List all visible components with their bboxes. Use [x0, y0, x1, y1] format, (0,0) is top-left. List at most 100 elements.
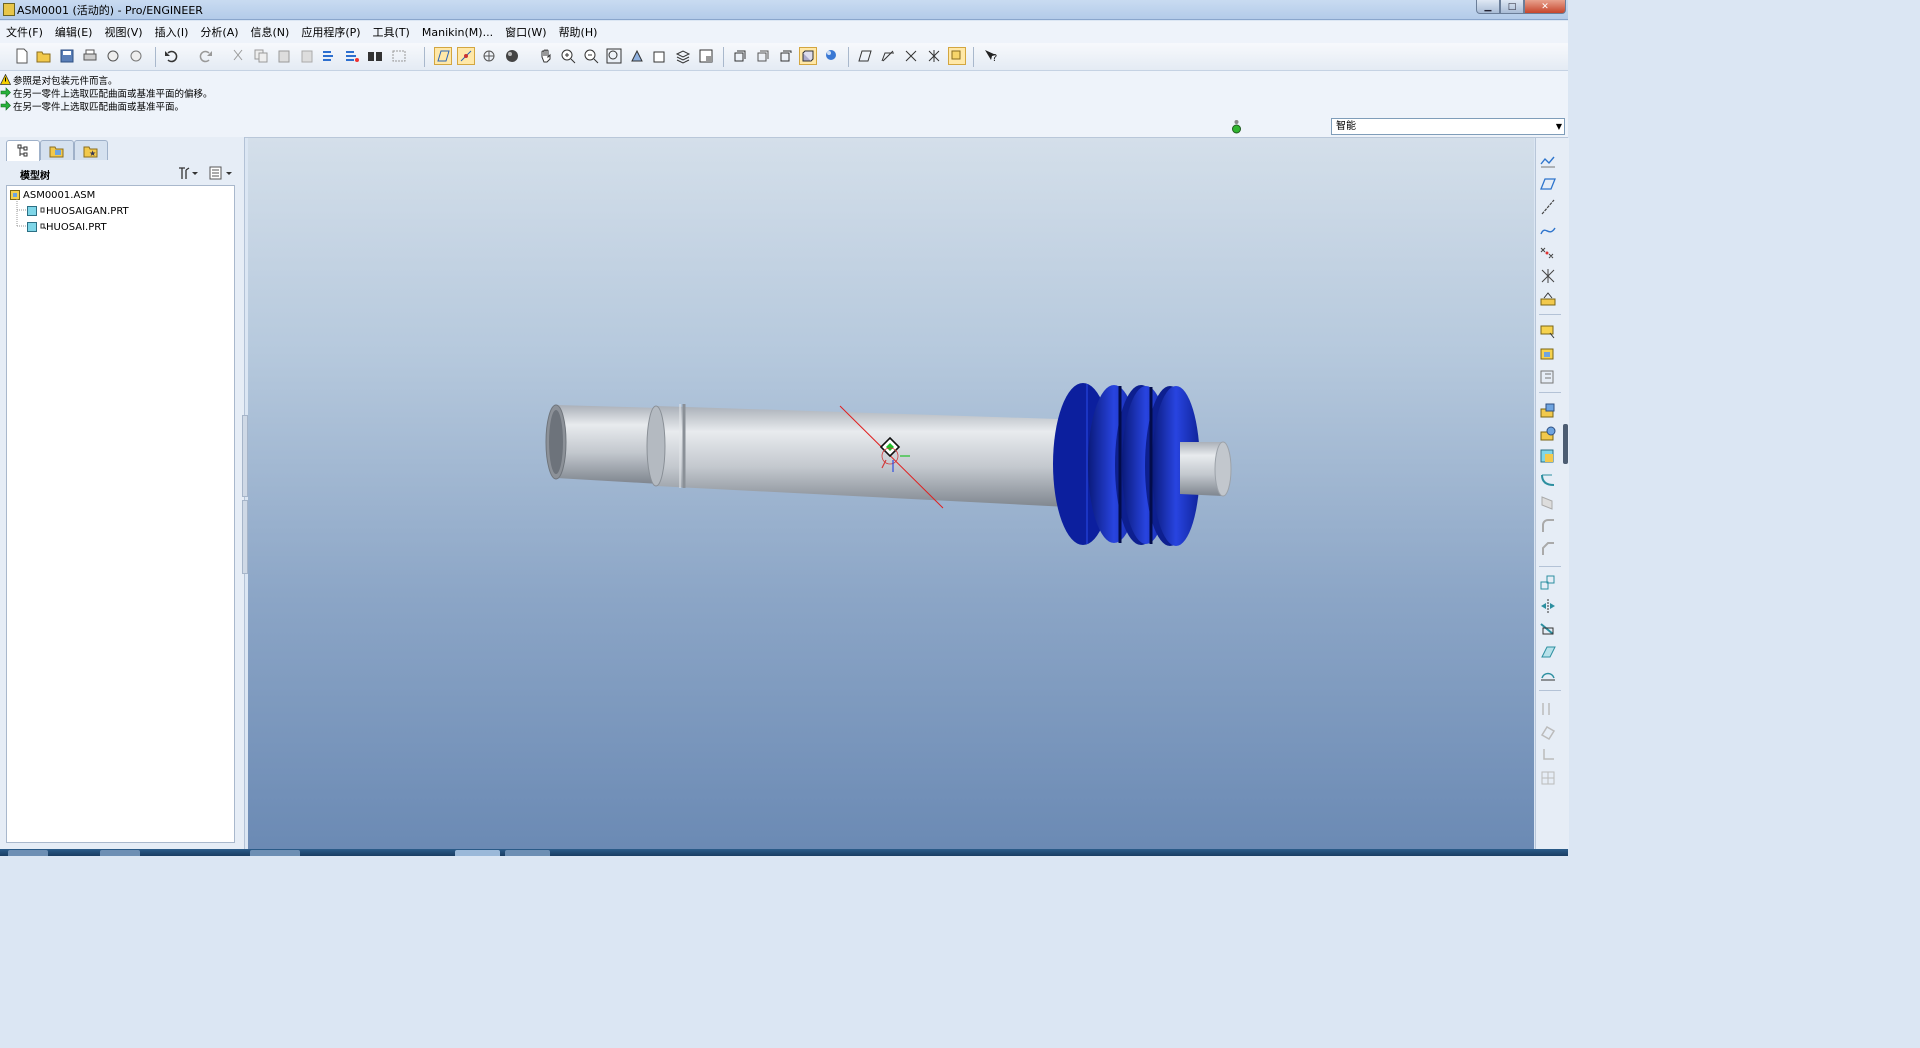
- shading-icon[interactable]: [503, 47, 521, 65]
- show-dropdown-button[interactable]: [208, 165, 232, 181]
- settings-dropdown-button[interactable]: [176, 165, 198, 181]
- menu-file[interactable]: 文件(F): [0, 24, 49, 40]
- menu-info[interactable]: 信息(N): [245, 24, 296, 40]
- appearance-icon[interactable]: [822, 47, 840, 65]
- revolve-icon[interactable]: [1539, 425, 1557, 443]
- maximize-button[interactable]: □: [1500, 0, 1524, 14]
- datum-point-tool-icon[interactable]: [902, 47, 920, 65]
- paste-icon[interactable]: [275, 47, 293, 65]
- taskbar-button[interactable]: [250, 850, 300, 856]
- project-icon[interactable]: [1539, 769, 1557, 787]
- offset-icon[interactable]: [1539, 666, 1557, 684]
- datum-axis-icon[interactable]: [1539, 198, 1557, 216]
- thicken-icon[interactable]: [1539, 723, 1557, 741]
- piston[interactable]: [1053, 383, 1200, 546]
- trim-icon[interactable]: [1539, 620, 1557, 638]
- tab-model-tree[interactable]: [6, 140, 40, 161]
- select-box-icon[interactable]: [390, 47, 408, 65]
- save-icon[interactable]: [58, 47, 76, 65]
- refit-icon[interactable]: [605, 47, 623, 65]
- sketch-tool-icon[interactable]: [948, 47, 966, 65]
- open-folder-icon[interactable]: [35, 47, 53, 65]
- close-button[interactable]: ✕: [1524, 0, 1566, 14]
- menu-window[interactable]: 窗口(W): [499, 24, 552, 40]
- coordinate-system-icon[interactable]: [925, 47, 943, 65]
- menu-tools[interactable]: 工具(T): [367, 24, 416, 40]
- selection-filter-dropdown[interactable]: 智能 ▼: [1331, 118, 1565, 135]
- taskbar-button[interactable]: [455, 850, 500, 856]
- shaft-left-end[interactable]: [545, 404, 660, 484]
- regenerate-manager-icon[interactable]: [343, 47, 361, 65]
- analysis-feature-icon[interactable]: [1539, 290, 1557, 308]
- reorient-icon[interactable]: [628, 47, 646, 65]
- graphics-window[interactable]: [248, 138, 1534, 849]
- no-hidden-icon[interactable]: [777, 47, 795, 65]
- print-icon[interactable]: [81, 47, 99, 65]
- zoom-in-icon[interactable]: [559, 47, 577, 65]
- layers-icon[interactable]: [674, 47, 692, 65]
- menu-applications[interactable]: 应用程序(P): [295, 24, 366, 40]
- assemble-icon[interactable]: [1539, 448, 1557, 466]
- zoom-out-icon[interactable]: [582, 47, 600, 65]
- datum-axis-tool-icon[interactable]: [879, 47, 897, 65]
- piston-rod[interactable]: [646, 404, 1088, 508]
- menu-analysis[interactable]: 分析(A): [194, 24, 244, 40]
- datum-plane-tool-icon[interactable]: [856, 47, 874, 65]
- model-viewport[interactable]: [248, 138, 1534, 849]
- extrude-icon[interactable]: [1539, 402, 1557, 420]
- find-icon[interactable]: [366, 47, 384, 65]
- sweep-icon[interactable]: [1539, 471, 1557, 489]
- menu-edit[interactable]: 编辑(E): [49, 24, 99, 40]
- copy-icon[interactable]: [252, 47, 270, 65]
- pattern-icon[interactable]: [1539, 574, 1557, 592]
- coordinate-system-icon[interactable]: [1539, 267, 1557, 285]
- tab-folder-browser[interactable]: [40, 140, 74, 160]
- toolbar-separator: [424, 47, 425, 67]
- insert-component-icon[interactable]: [1539, 322, 1557, 340]
- menu-manikin[interactable]: Manikin(M)...: [416, 26, 499, 39]
- toolbar-grip[interactable]: [1563, 424, 1568, 464]
- saved-views-icon[interactable]: [651, 47, 669, 65]
- tree-item-part[interactable]: HUOSAIGAN.PRT: [27, 203, 129, 219]
- wireframe-icon[interactable]: [731, 47, 749, 65]
- menu-help[interactable]: 帮助(H): [553, 24, 604, 40]
- context-help-icon[interactable]: ?: [982, 47, 1000, 65]
- view-manager-icon[interactable]: [697, 47, 715, 65]
- email-link-icon[interactable]: [127, 47, 145, 65]
- paste-special-icon[interactable]: [298, 47, 316, 65]
- menu-view[interactable]: 视图(V): [98, 24, 148, 40]
- tab-favorites[interactable]: ★: [74, 140, 108, 160]
- minimize-button[interactable]: ▁: [1476, 0, 1500, 14]
- mirror-icon[interactable]: [1539, 597, 1557, 615]
- datum-axes-icon[interactable]: [457, 47, 475, 65]
- tree-item-part[interactable]: HUOSAI.PRT: [27, 219, 107, 235]
- package-component-icon[interactable]: [1539, 368, 1557, 386]
- datum-points-icon[interactable]: [480, 47, 498, 65]
- merge-icon[interactable]: [1539, 700, 1557, 718]
- shaded-icon[interactable]: [799, 47, 817, 65]
- datum-plane-icon[interactable]: [1539, 175, 1557, 193]
- new-file-icon[interactable]: [13, 47, 31, 65]
- round-icon[interactable]: [1539, 517, 1557, 535]
- datum-curve-icon[interactable]: [1539, 221, 1557, 239]
- undo-icon[interactable]: [162, 47, 180, 65]
- menu-insert[interactable]: 插入(I): [149, 24, 195, 40]
- shaft-right-end[interactable]: [1180, 441, 1232, 497]
- cut-icon[interactable]: [229, 47, 247, 65]
- regenerate-icon[interactable]: [320, 47, 338, 65]
- chamfer-icon[interactable]: [1539, 540, 1557, 558]
- pan-icon[interactable]: [537, 47, 555, 65]
- create-component-icon[interactable]: [1539, 345, 1557, 363]
- taskbar-button[interactable]: [505, 850, 550, 856]
- solidify-icon[interactable]: [1539, 746, 1557, 764]
- email-icon[interactable]: [104, 47, 122, 65]
- taskbar-button[interactable]: [8, 850, 48, 856]
- hidden-line-icon[interactable]: [754, 47, 772, 65]
- hole-icon[interactable]: [1539, 494, 1557, 512]
- datum-point-icon[interactable]: [1539, 244, 1557, 262]
- datum-planes-icon[interactable]: [434, 47, 452, 65]
- taskbar-button[interactable]: [100, 850, 140, 856]
- extend-icon[interactable]: [1539, 643, 1557, 661]
- sketch-tool-icon[interactable]: [1539, 152, 1557, 170]
- redo-icon[interactable]: [197, 47, 215, 65]
